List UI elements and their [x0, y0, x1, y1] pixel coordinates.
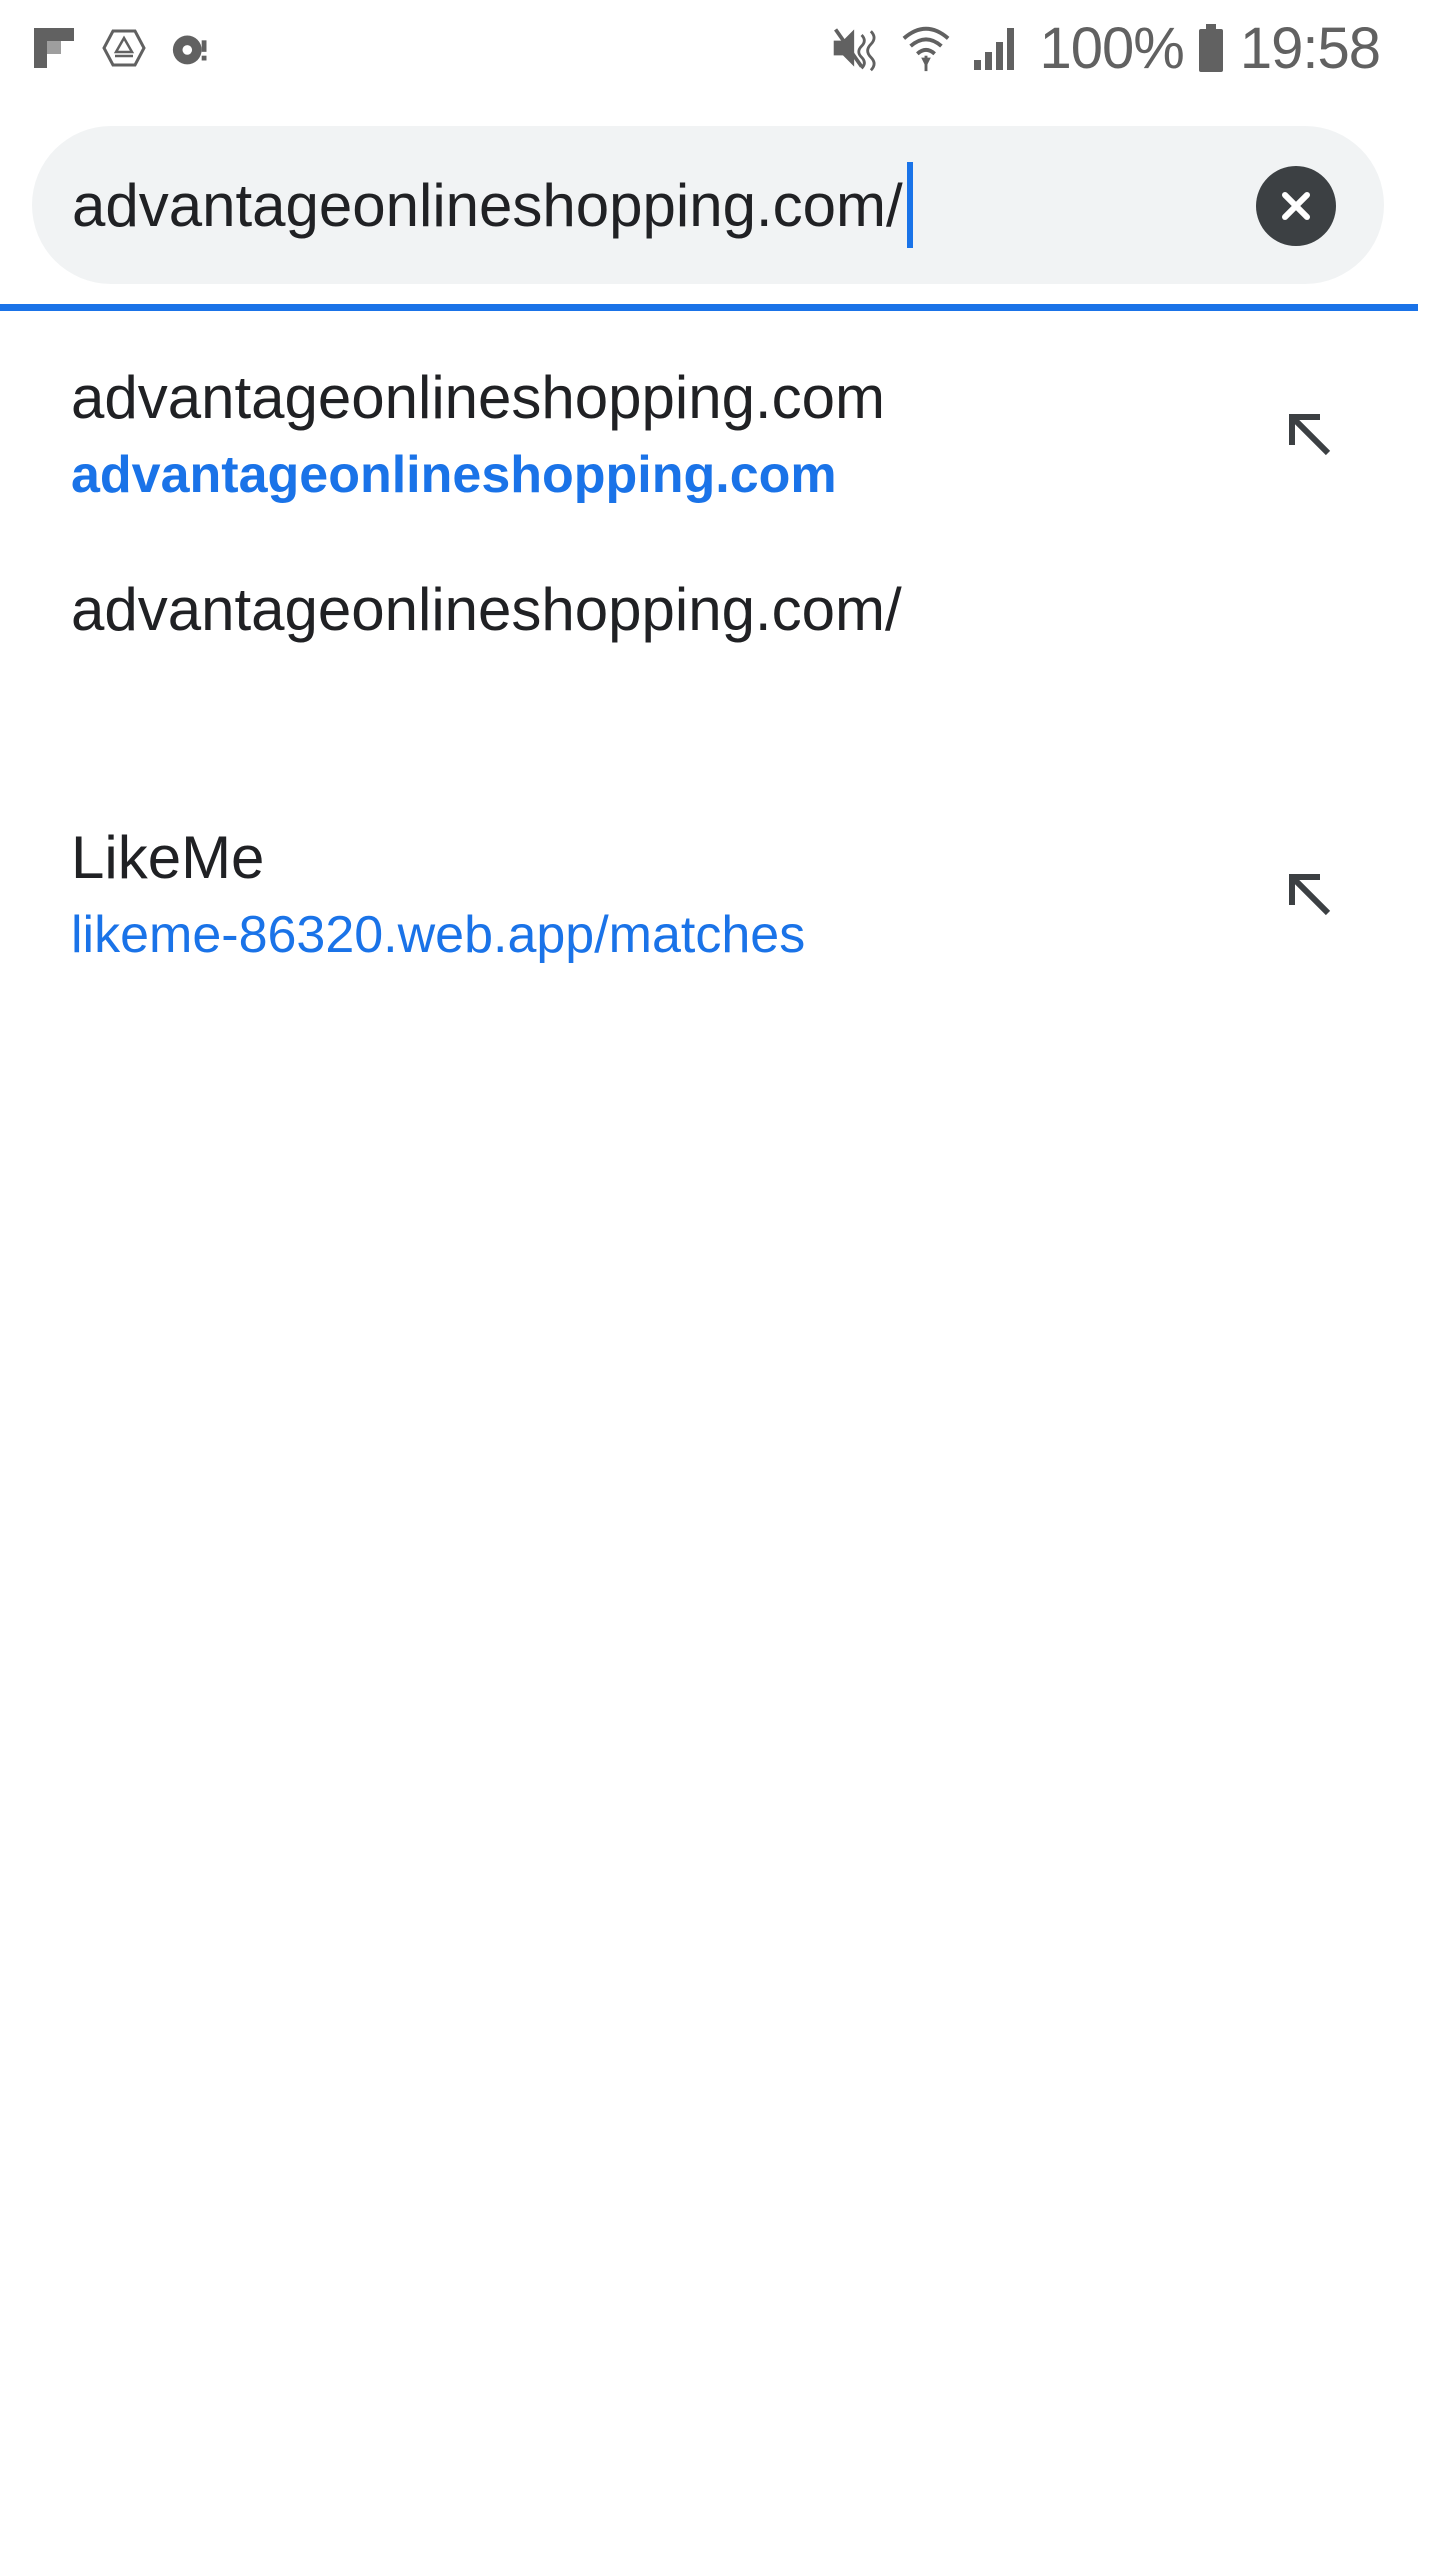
suggestion-list: advantageonlineshopping.com advantageonl… [0, 311, 1440, 985]
mute-icon [830, 22, 882, 74]
suggestion-item[interactable]: advantageonlineshopping.com/ [0, 529, 1440, 763]
wifi-icon [900, 22, 952, 74]
flipboard-icon [30, 24, 78, 72]
status-system-icons: 100% 19:58 [830, 16, 1381, 81]
status-clock: 19:58 [1239, 15, 1381, 81]
arrow-up-left-icon [1280, 405, 1340, 465]
status-bar: 100% 19:58 [0, 0, 1440, 100]
url-input-text: advantageonlineshopping.com/ [72, 171, 903, 239]
suggestion-title: LikeMe [71, 824, 265, 891]
refine-suggestion-button[interactable] [1272, 857, 1348, 933]
status-notification-icons [30, 20, 240, 76]
omnibox[interactable]: advantageonlineshopping.com/ [32, 126, 1384, 284]
refine-suggestion-button[interactable] [1272, 397, 1348, 473]
battery-percentage: 100% [1039, 15, 1185, 81]
suggestion-url: advantageonlineshopping.com [71, 446, 837, 504]
suggestion-title: advantageonlineshopping.com [71, 364, 885, 431]
url-input[interactable]: advantageonlineshopping.com/ [72, 156, 913, 254]
vpn-key-icon [170, 24, 218, 72]
suggestion-item[interactable]: LikeMe likeme-86320.web.app/matches [0, 763, 1440, 985]
battery-icon [1196, 22, 1226, 74]
suggestion-url: likeme-86320.web.app/matches [71, 906, 806, 964]
hexagon-app-icon [100, 24, 148, 72]
suggestion-item[interactable]: advantageonlineshopping.com advantageonl… [0, 311, 1440, 529]
signal-icon [970, 22, 1022, 74]
suggestion-title: advantageonlineshopping.com/ [71, 576, 902, 643]
arrow-up-left-icon [1280, 865, 1340, 925]
text-caret [906, 162, 913, 248]
clear-url-button[interactable] [1256, 166, 1336, 246]
omnibox-focus-line [0, 304, 1418, 311]
close-icon [1276, 186, 1316, 226]
